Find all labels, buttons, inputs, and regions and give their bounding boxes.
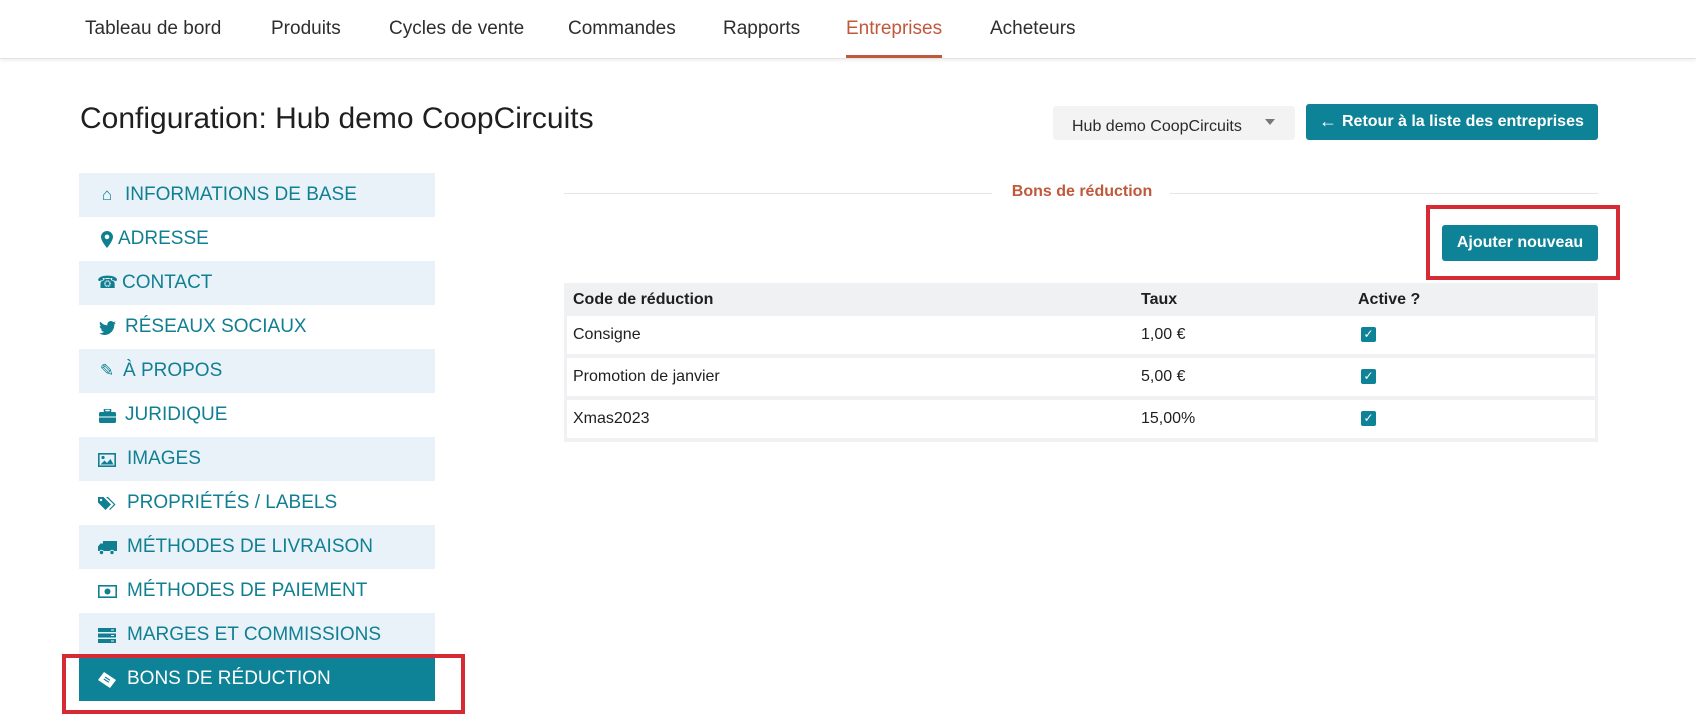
voucher-code: Consigne [573, 326, 641, 343]
sidebar: ⌂ INFORMATIONS DE BASE ADRESSE ☎ CONTACT… [79, 173, 435, 701]
column-header-active: Active ? [1358, 291, 1421, 308]
active-checkbox[interactable]: ✓ [1361, 411, 1376, 426]
twitter-icon [97, 305, 117, 349]
sidebar-item-label: PROPRIÉTÉS / LABELS [127, 492, 338, 513]
nav-rapports[interactable]: Rapports [723, 0, 800, 58]
table-row: Consigne 1,00 € ✓ [567, 316, 1595, 354]
arrow-left-icon: ← [1319, 111, 1337, 131]
voucher-code: Xmas2023 [573, 410, 650, 427]
sidebar-item-methodes-de-paiement[interactable]: MÉTHODES DE PAIEMENT [79, 569, 435, 613]
back-to-enterprises-button[interactable]: ← Retour à la liste des entreprises [1306, 104, 1598, 140]
nav-acheteurs[interactable]: Acheteurs [990, 0, 1076, 58]
truck-icon [97, 525, 117, 569]
voucher-rate: 1,00 € [1141, 326, 1186, 343]
sidebar-item-methodes-de-livraison[interactable]: MÉTHODES DE LIVRAISON [79, 525, 435, 569]
sidebar-item-informations-de-base[interactable]: ⌂ INFORMATIONS DE BASE [79, 173, 435, 217]
highlight-box-sidebar [62, 654, 465, 714]
sidebar-item-label: INFORMATIONS DE BASE [125, 184, 357, 205]
hub-select-value: Hub demo CoopCircuits [1072, 118, 1242, 135]
sidebar-item-juridique[interactable]: JURIDIQUE [79, 393, 435, 437]
voucher-rate: 15,00% [1141, 410, 1196, 427]
voucher-rate: 5,00 € [1141, 368, 1186, 385]
sidebar-item-label: À PROPOS [123, 360, 223, 381]
sidebar-item-label: CONTACT [122, 272, 213, 293]
page-title: Configuration: Hub demo CoopCircuits [80, 102, 594, 135]
highlight-box-add-button [1426, 205, 1620, 280]
legend-divider-right [1170, 193, 1598, 194]
sidebar-item-contact[interactable]: ☎ CONTACT [79, 261, 435, 305]
sidebar-item-label: IMAGES [127, 448, 201, 469]
map-marker-icon [97, 217, 117, 261]
caret-down-icon [1265, 119, 1275, 125]
sidebar-item-images[interactable]: IMAGES [79, 437, 435, 481]
pencil-icon: ✎ [99, 361, 115, 380]
hub-select[interactable]: Hub demo CoopCircuits [1053, 106, 1295, 140]
nav-entreprises[interactable]: Entreprises [846, 0, 943, 58]
tags-icon [97, 481, 117, 525]
table-row: Promotion de janvier 5,00 € ✓ [567, 358, 1595, 396]
section-legend: Bons de réduction [1011, 183, 1153, 200]
server-icon [97, 613, 117, 657]
active-checkbox[interactable]: ✓ [1361, 327, 1376, 342]
sidebar-item-label: MÉTHODES DE PAIEMENT [127, 580, 368, 601]
voucher-code: Promotion de janvier [573, 368, 720, 385]
phone-icon: ☎ [97, 273, 119, 292]
sidebar-item-marges-et-commissions[interactable]: MARGES ET COMMISSIONS [79, 613, 435, 657]
sidebar-item-a-propos[interactable]: ✎ À PROPOS [79, 349, 435, 393]
table-row: Xmas2023 15,00% ✓ [567, 400, 1595, 438]
nav-tableau-de-bord[interactable]: Tableau de bord [85, 0, 221, 58]
sidebar-item-label: MARGES ET COMMISSIONS [127, 624, 382, 645]
sidebar-item-adresse[interactable]: ADRESSE [79, 217, 435, 261]
back-button-label: Retour à la liste des entreprises [1342, 113, 1584, 130]
money-icon [97, 569, 117, 613]
column-header-taux: Taux [1141, 291, 1178, 308]
sidebar-item-label: ADRESSE [118, 228, 209, 249]
sidebar-item-label: MÉTHODES DE LIVRAISON [127, 536, 373, 557]
briefcase-icon [97, 393, 117, 437]
active-checkbox[interactable]: ✓ [1361, 369, 1376, 384]
sidebar-item-label: RÉSEAUX SOCIAUX [125, 316, 307, 337]
sidebar-item-proprietes-labels[interactable]: PROPRIÉTÉS / LABELS [79, 481, 435, 525]
nav-cycles-de-vente[interactable]: Cycles de vente [389, 0, 524, 58]
top-nav: Tableau de bord Produits Cycles de vente… [0, 0, 1696, 59]
picture-icon [97, 437, 117, 481]
legend-divider-left [564, 193, 992, 194]
sidebar-item-label: JURIDIQUE [125, 404, 228, 425]
sidebar-item-reseaux-sociaux[interactable]: RÉSEAUX SOCIAUX [79, 305, 435, 349]
nav-produits[interactable]: Produits [271, 0, 341, 58]
column-header-code: Code de réduction [573, 291, 714, 308]
home-icon: ⌂ [101, 185, 113, 204]
nav-commandes[interactable]: Commandes [568, 0, 676, 58]
